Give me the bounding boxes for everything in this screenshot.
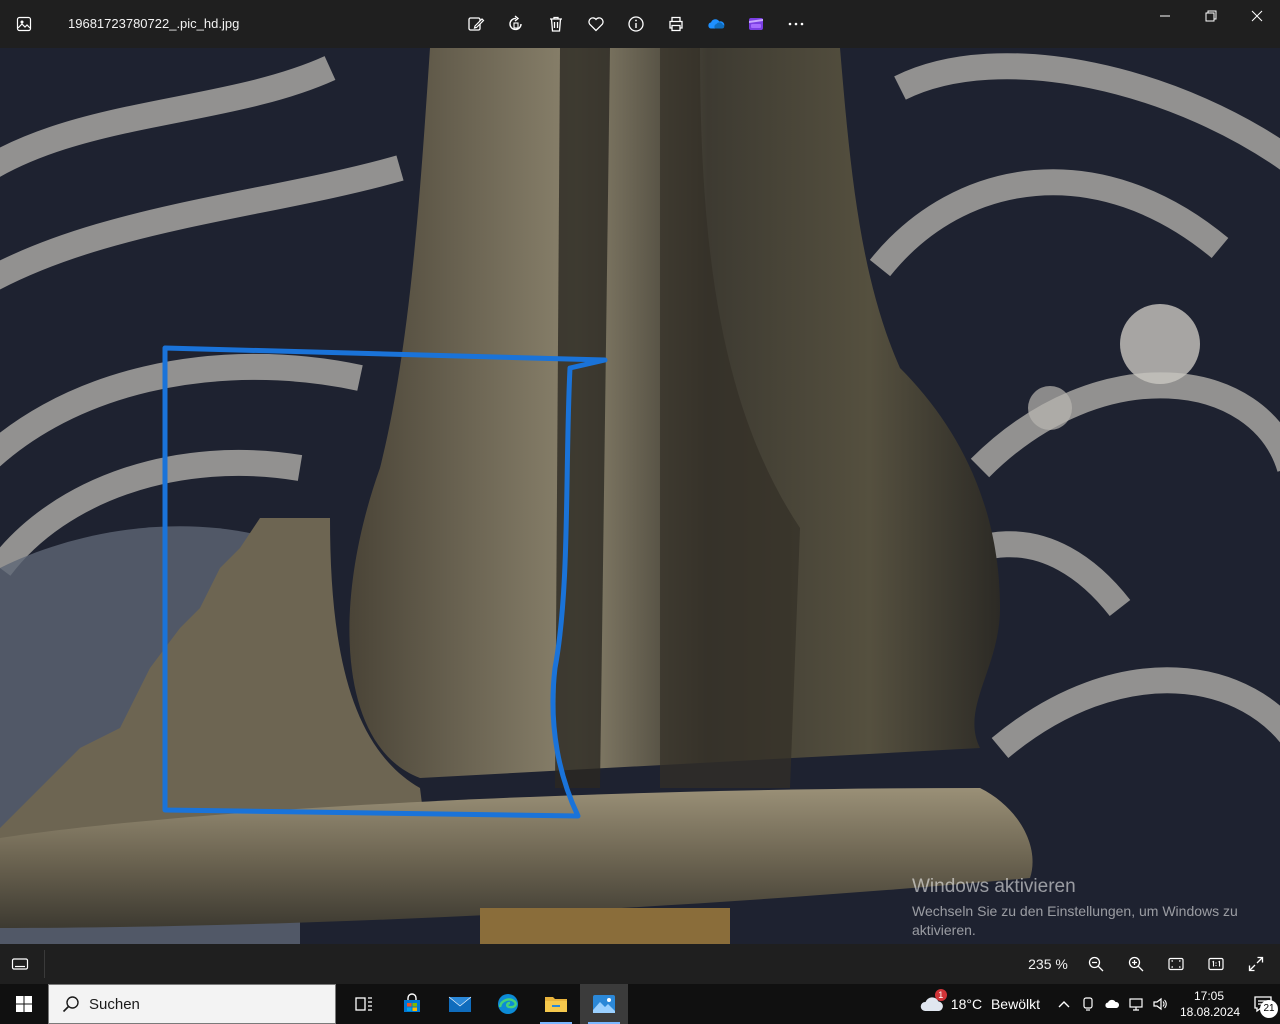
chevron-up-icon[interactable] <box>1054 994 1074 1014</box>
favorite-icon[interactable] <box>580 8 612 40</box>
fullscreen-icon[interactable] <box>1240 948 1272 980</box>
clock-time: 17:05 <box>1193 989 1225 1003</box>
file-explorer-icon[interactable] <box>532 984 580 1024</box>
image-viewport[interactable]: Windows aktivieren Wechseln Sie zu den E… <box>0 48 1280 944</box>
photo-canvas <box>0 48 1280 944</box>
image-toolbar <box>460 8 812 40</box>
restore-icon[interactable] <box>1188 0 1234 32</box>
edge-icon[interactable] <box>484 984 532 1024</box>
search-placeholder: Suchen <box>89 995 140 1013</box>
onedrive-icon[interactable] <box>700 8 732 40</box>
watermark-subtitle: Wechseln Sie zu den Einstellungen, um Wi… <box>912 903 1238 938</box>
minimize-icon[interactable] <box>1142 0 1188 32</box>
onedrive-tray-icon[interactable] <box>1102 994 1122 1014</box>
print-icon[interactable] <box>660 8 692 40</box>
fit-to-window-icon[interactable] <box>1160 948 1192 980</box>
meet-now-icon[interactable] <box>1078 994 1098 1014</box>
rotate-icon[interactable] <box>500 8 532 40</box>
taskbar-apps <box>340 984 628 1024</box>
volume-icon[interactable] <box>1150 994 1170 1014</box>
taskbar-search[interactable]: Suchen <box>48 984 336 1024</box>
weather-widget[interactable]: 1 18°C Bewölkt <box>919 989 1040 1015</box>
notification-count: 21 <box>1260 1000 1278 1018</box>
notification-center-icon[interactable]: 21 <box>1246 984 1280 1024</box>
delete-icon[interactable] <box>540 8 572 40</box>
zoom-in-icon[interactable] <box>1120 948 1152 980</box>
zoom-controls <box>1080 948 1272 980</box>
weather-alert-badge: 1 <box>934 989 947 1001</box>
network-icon[interactable] <box>1126 994 1146 1014</box>
zoom-level[interactable]: 235 % <box>1020 956 1076 972</box>
activation-watermark: Windows aktivieren Wechseln Sie zu den E… <box>912 876 1242 940</box>
microsoft-store-icon[interactable] <box>388 984 436 1024</box>
window-controls <box>1142 0 1280 32</box>
more-icon[interactable] <box>780 8 812 40</box>
photos-icon[interactable] <box>580 984 628 1024</box>
taskbar: Suchen 1 18°C Bewölkt 17:05 18.08.2024 2… <box>0 984 1280 1024</box>
clipchamp-icon[interactable] <box>740 8 772 40</box>
filmstrip-icon[interactable] <box>8 952 32 976</box>
zoom-out-icon[interactable] <box>1080 948 1112 980</box>
actual-size-icon[interactable] <box>1200 948 1232 980</box>
photos-app-icon <box>14 14 34 34</box>
title-bar: 19681723780722_.pic_hd.jpg <box>0 0 1280 48</box>
divider <box>44 950 45 978</box>
edit-icon[interactable] <box>460 8 492 40</box>
info-icon[interactable] <box>620 8 652 40</box>
system-tray: 1 18°C Bewölkt 17:05 18.08.2024 21 <box>919 984 1280 1024</box>
cloud-rain-icon: 1 <box>919 989 947 1015</box>
clock-date: 18.08.2024 <box>1180 1005 1241 1019</box>
windows-start-icon[interactable] <box>0 984 48 1024</box>
clock[interactable]: 17:05 18.08.2024 <box>1180 988 1241 1020</box>
weather-temp: 18°C <box>950 996 983 1012</box>
mail-icon[interactable] <box>436 984 484 1024</box>
weather-condition: Bewölkt <box>990 996 1040 1012</box>
file-name: 19681723780722_.pic_hd.jpg <box>68 16 240 31</box>
search-icon <box>61 994 81 1014</box>
tray-icons <box>1054 994 1170 1014</box>
close-icon[interactable] <box>1234 0 1280 32</box>
viewer-bottom-bar: 235 % <box>0 944 1280 984</box>
watermark-title: Windows aktivieren <box>912 876 1076 897</box>
task-view-icon[interactable] <box>340 984 388 1024</box>
